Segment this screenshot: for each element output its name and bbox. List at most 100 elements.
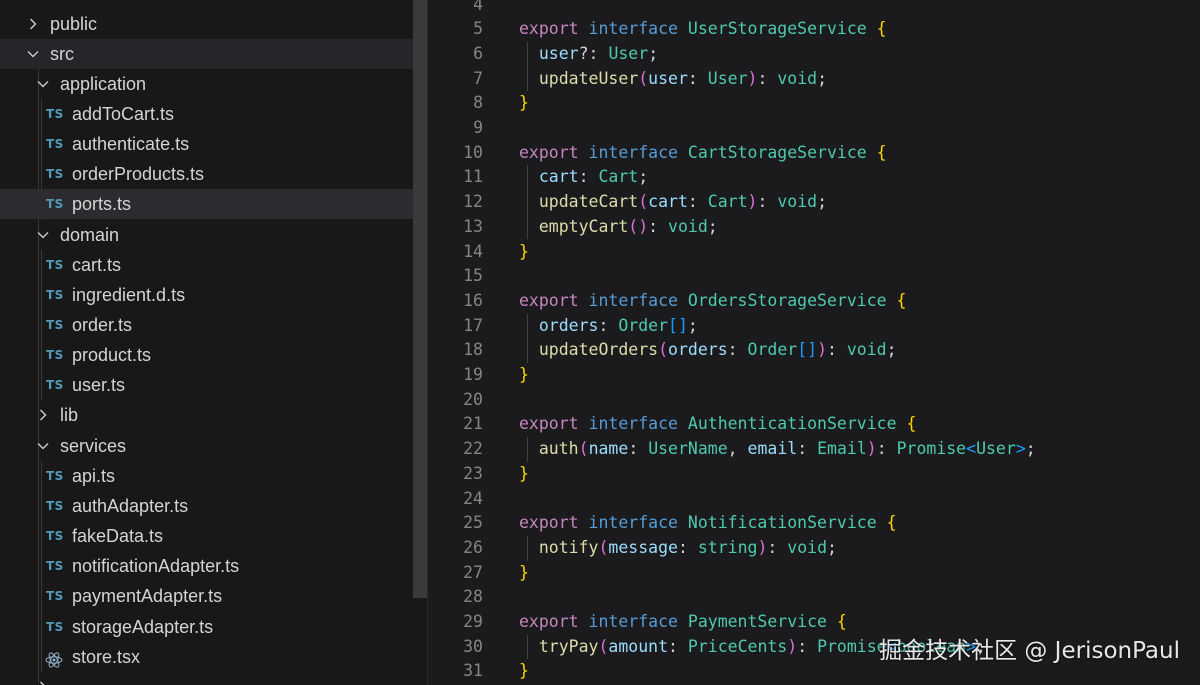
code-line[interactable]: 5 export interface UserStorageService { (428, 17, 1200, 42)
code-token: cart (648, 192, 688, 212)
code-line[interactable]: 17 orders: Order[]; (428, 314, 1200, 339)
tree-file-addtocart-ts[interactable]: TS addToCart.ts (0, 99, 427, 129)
code-token: : (767, 537, 788, 557)
code-line[interactable]: 23} (428, 462, 1200, 487)
tree-file-notificationadapter-ts[interactable]: TS notificationAdapter.ts (0, 551, 427, 581)
code-token: ; (707, 216, 718, 236)
file-explorer: public src application TS addToCart.ts TS auth… (0, 0, 428, 685)
code-text: export interface OrdersStorageService { (519, 289, 906, 314)
tree-row-clipped[interactable] (0, 672, 427, 685)
tree-file-api-ts[interactable]: TS api.ts (0, 461, 427, 491)
tree-row-clipped[interactable] (0, 0, 427, 8)
tree-file-storageadapter-ts[interactable]: TS storageAdapter.ts (0, 612, 427, 642)
code-line[interactable]: 7 updateUser(user: User): void; (428, 67, 1200, 92)
code-token: : (598, 315, 619, 335)
chevron-down-icon[interactable] (36, 431, 50, 461)
tree-folder-lib[interactable]: lib (0, 400, 427, 430)
code-token: : (648, 216, 669, 236)
tree-folder-application[interactable]: application (0, 69, 427, 99)
code-token: AuthenticationService (687, 414, 897, 434)
code-line[interactable]: 12 updateCart(cart: Cart): void; (428, 190, 1200, 215)
code-token: ; (648, 43, 659, 63)
line-number: 21 (463, 414, 483, 434)
code-editor[interactable]: 4 5 export interface UserStorageService {6… (428, 0, 1200, 685)
code-line[interactable]: 18 updateOrders(orders: Order[]): void; (428, 338, 1200, 363)
code-token: void (846, 340, 887, 360)
code-line[interactable]: 21 export interface AuthenticationService… (428, 412, 1200, 437)
code-line[interactable]: 20 (428, 388, 1200, 413)
chevron-right-icon[interactable] (36, 672, 50, 685)
typescript-file-icon: TS (46, 378, 64, 393)
tree-file-ports-ts[interactable]: TS ports.ts (0, 189, 427, 220)
tree-file-store-tsx[interactable]: store.tsx (0, 642, 427, 672)
tree-file-cart-ts[interactable]: TS cart.ts (0, 250, 427, 280)
chevron-right-icon[interactable] (36, 400, 50, 430)
code-line[interactable]: 28 (428, 585, 1200, 610)
code-token: { (836, 612, 847, 631)
tree-file-authadapter-ts[interactable]: TS authAdapter.ts (0, 491, 427, 521)
tree-folder-src[interactable]: src (0, 38, 427, 69)
tree-label: services (60, 435, 127, 456)
code-line[interactable]: 11 cart: Cart; (428, 165, 1200, 190)
code-line[interactable]: 26 notify(message: string): void; (428, 536, 1200, 561)
code-line[interactable]: 9 (428, 116, 1200, 141)
chevron-right-icon[interactable] (26, 9, 40, 39)
code-token: ; (638, 167, 649, 187)
code-line[interactable]: 8} (428, 91, 1200, 116)
tree-folder-public[interactable]: public (0, 9, 427, 39)
code-token: Cart (598, 167, 639, 187)
code-token: updateOrders (538, 340, 659, 360)
tree-file-order-ts[interactable]: TS order.ts (0, 310, 427, 340)
tree-file-user-ts[interactable]: TS user.ts (0, 370, 427, 400)
tree-folder-domain[interactable]: domain (0, 220, 427, 250)
code-token: } (519, 463, 529, 483)
code-token: > (1015, 439, 1026, 459)
typescript-file-icon: TS (46, 468, 64, 483)
code-line[interactable]: 15 (428, 264, 1200, 289)
tree-file-paymentadapter-ts[interactable]: TS paymentAdapter.ts (0, 581, 427, 611)
tree-file-fakedata-ts[interactable]: TS fakeData.ts (0, 521, 427, 551)
chevron-down-icon[interactable] (36, 69, 50, 99)
line-number: 9 (473, 118, 483, 137)
code-token: interface (588, 513, 678, 533)
code-text: updateOrders(orders: Order[]): void; (519, 338, 897, 363)
code-line[interactable]: 4 (428, 0, 1200, 17)
code-token: auth (538, 439, 579, 459)
code-token: User (608, 43, 649, 63)
code-text: auth(name: UserName, email: Email): Prom… (519, 437, 1036, 462)
line-number: 12 (463, 192, 483, 212)
chevron-down-icon[interactable] (36, 220, 50, 250)
code-token: } (519, 562, 529, 582)
tree-label: ports.ts (72, 194, 132, 215)
code-line[interactable]: 10 export interface CartStorageService { (428, 141, 1200, 166)
code-line[interactable]: 24 (428, 487, 1200, 512)
code-text: } (519, 240, 529, 265)
code-line[interactable]: 14} (428, 240, 1200, 265)
code-text: export interface UserStorageService { (519, 17, 887, 42)
code-line[interactable]: 27} (428, 561, 1200, 586)
code-line[interactable]: 25 export interface NotificationService { (428, 511, 1200, 536)
code-line[interactable]: 13 emptyCart(): void; (428, 215, 1200, 240)
tree-folder-services[interactable]: services (0, 431, 427, 461)
chevron-down-icon[interactable] (26, 39, 40, 69)
code-line[interactable]: 16 export interface OrdersStorageService … (428, 289, 1200, 314)
code-token: user (648, 68, 688, 88)
code-line[interactable]: 19} (428, 363, 1200, 388)
tree-file-orderproducts-ts[interactable]: TS orderProducts.ts (0, 159, 427, 189)
tree-file-ingredient-d-ts[interactable]: TS ingredient.d.ts (0, 280, 427, 310)
code-line[interactable]: 6 user?: User; (428, 42, 1200, 67)
code-line[interactable]: 22 auth(name: UserName, email: Email): P… (428, 437, 1200, 462)
tree-file-authenticate-ts[interactable]: TS authenticate.ts (0, 129, 427, 159)
sidebar-scrollbar[interactable] (413, 0, 427, 598)
tree-file-product-ts[interactable]: TS product.ts (0, 340, 427, 370)
line-number: 10 (463, 142, 483, 162)
tree-label: product.ts (72, 345, 152, 366)
typescript-file-icon: TS (46, 529, 64, 544)
code-token: : (668, 636, 688, 656)
code-token: < (966, 439, 977, 459)
